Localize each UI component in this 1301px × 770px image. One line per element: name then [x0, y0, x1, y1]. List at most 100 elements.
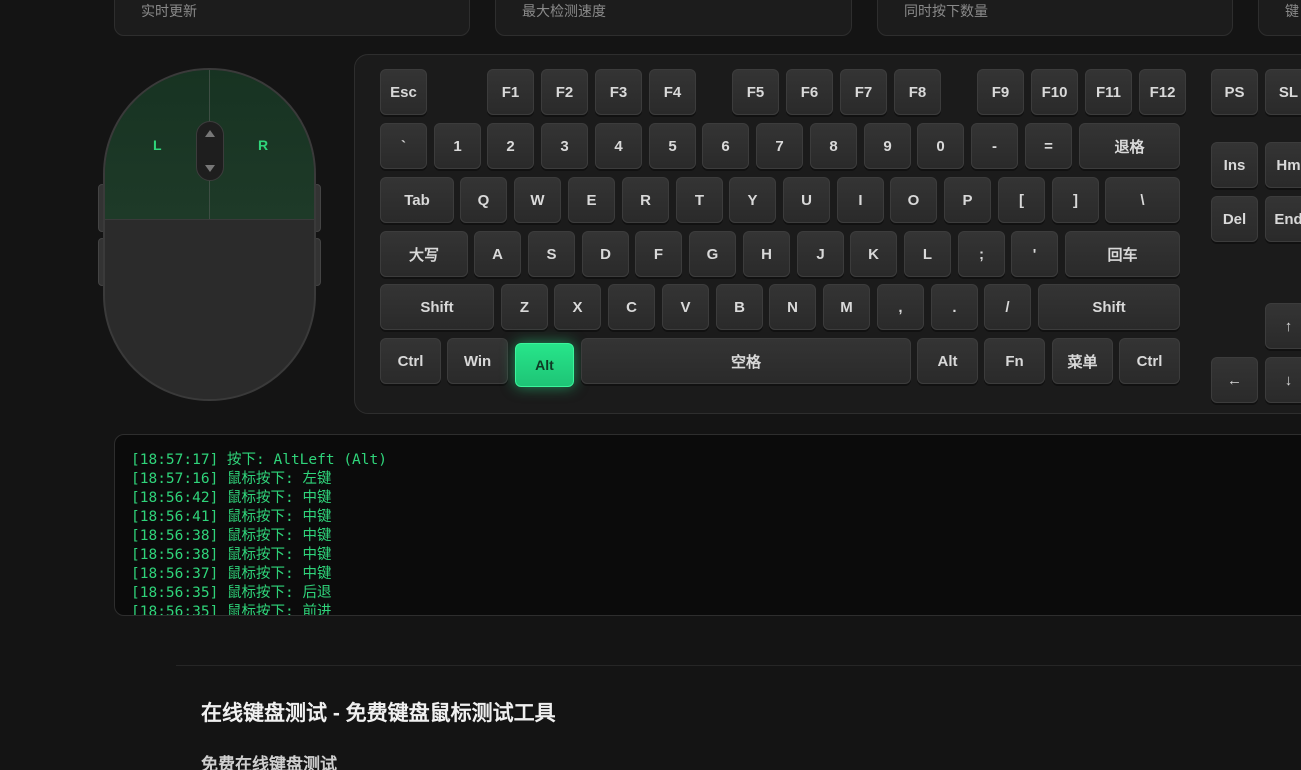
key-down[interactable]: ↓	[1265, 357, 1301, 403]
key-comma[interactable]: ,	[877, 284, 924, 330]
key-caps[interactable]: 大写	[380, 231, 468, 277]
key-home[interactable]: Hm	[1265, 142, 1301, 188]
key-f3[interactable]: F3	[595, 69, 642, 115]
stat-card-keys: 键	[1258, 0, 1301, 36]
key-menu[interactable]: 菜单	[1052, 338, 1113, 384]
key-rshift[interactable]: Shift	[1038, 284, 1180, 330]
chevron-down-icon	[205, 165, 215, 172]
key-i[interactable]: I	[837, 177, 884, 223]
key-n[interactable]: N	[769, 284, 816, 330]
page-title: 在线键盘测试 - 免费键盘鼠标测试工具	[201, 702, 556, 725]
key-space[interactable]: 空格	[581, 338, 911, 384]
log-line: [18:57:16] 鼠标按下: 左键	[131, 471, 332, 487]
key-n7[interactable]: 7	[756, 123, 803, 169]
key-r[interactable]: R	[622, 177, 669, 223]
key-n9[interactable]: 9	[864, 123, 911, 169]
log-line: [18:56:38] 鼠标按下: 中键	[131, 528, 332, 544]
key-u[interactable]: U	[783, 177, 830, 223]
key-m[interactable]: M	[823, 284, 870, 330]
key-tab[interactable]: Tab	[380, 177, 454, 223]
log-line: [18:56:42] 鼠标按下: 中键	[131, 490, 332, 506]
key-enter[interactable]: 回车	[1065, 231, 1180, 277]
key-n6[interactable]: 6	[702, 123, 749, 169]
key-quote[interactable]: '	[1011, 231, 1058, 277]
key-win[interactable]: Win	[447, 338, 508, 384]
key-f5[interactable]: F5	[732, 69, 779, 115]
key-ins[interactable]: Ins	[1211, 142, 1258, 188]
key-w[interactable]: W	[514, 177, 561, 223]
key-n5[interactable]: 5	[649, 123, 696, 169]
key-del[interactable]: Del	[1211, 196, 1258, 242]
key-rctrl[interactable]: Ctrl	[1119, 338, 1180, 384]
key-z[interactable]: Z	[501, 284, 548, 330]
key-fn[interactable]: Fn	[984, 338, 1045, 384]
key-ralt[interactable]: Alt	[917, 338, 978, 384]
stat-card-realtime: 实时更新	[114, 0, 470, 36]
key-n4[interactable]: 4	[595, 123, 642, 169]
key-f9[interactable]: F9	[977, 69, 1024, 115]
key-p[interactable]: P	[944, 177, 991, 223]
key-esc[interactable]: Esc	[380, 69, 427, 115]
key-lbracket[interactable]: [	[998, 177, 1045, 223]
key-q[interactable]: Q	[460, 177, 507, 223]
key-rbracket[interactable]: ]	[1052, 177, 1099, 223]
key-lalt[interactable]: Alt	[515, 343, 574, 387]
key-backspace[interactable]: 退格	[1079, 123, 1180, 169]
section-divider	[176, 665, 1301, 666]
key-f[interactable]: F	[635, 231, 682, 277]
key-period[interactable]: .	[931, 284, 978, 330]
key-f11[interactable]: F11	[1085, 69, 1132, 115]
key-n8[interactable]: 8	[810, 123, 857, 169]
key-slash[interactable]: /	[984, 284, 1031, 330]
key-f1[interactable]: F1	[487, 69, 534, 115]
key-y[interactable]: Y	[729, 177, 776, 223]
key-j[interactable]: J	[797, 231, 844, 277]
key-equal[interactable]: =	[1025, 123, 1072, 169]
key-o[interactable]: O	[890, 177, 937, 223]
mouse-left-button-label[interactable]: L	[153, 137, 162, 153]
key-f8[interactable]: F8	[894, 69, 941, 115]
stat-label: 实时更新	[141, 3, 197, 19]
stat-label: 键	[1285, 3, 1299, 19]
key-n2[interactable]: 2	[487, 123, 534, 169]
stat-card-simultaneous: 同时按下数量	[877, 0, 1233, 36]
key-minus[interactable]: -	[971, 123, 1018, 169]
log-line: [18:56:38] 鼠标按下: 中键	[131, 547, 332, 563]
key-g[interactable]: G	[689, 231, 736, 277]
key-s[interactable]: S	[528, 231, 575, 277]
key-b[interactable]: B	[716, 284, 763, 330]
key-h[interactable]: H	[743, 231, 790, 277]
key-a[interactable]: A	[474, 231, 521, 277]
log-line: [18:56:41] 鼠标按下: 中键	[131, 509, 332, 525]
key-semicolon[interactable]: ;	[958, 231, 1005, 277]
mouse-right-button-label[interactable]: R	[258, 137, 268, 153]
key-e[interactable]: E	[568, 177, 615, 223]
key-ps[interactable]: PS	[1211, 69, 1258, 115]
key-sl[interactable]: SL	[1265, 69, 1301, 115]
key-c[interactable]: C	[608, 284, 655, 330]
key-t[interactable]: T	[676, 177, 723, 223]
key-backtick[interactable]: `	[380, 123, 427, 169]
key-d[interactable]: D	[582, 231, 629, 277]
key-x[interactable]: X	[554, 284, 601, 330]
key-l[interactable]: L	[904, 231, 951, 277]
key-lshift[interactable]: Shift	[380, 284, 494, 330]
key-left[interactable]: ←	[1211, 357, 1258, 403]
key-backslash[interactable]: \	[1105, 177, 1180, 223]
key-n1[interactable]: 1	[434, 123, 481, 169]
key-n3[interactable]: 3	[541, 123, 588, 169]
key-f4[interactable]: F4	[649, 69, 696, 115]
key-f10[interactable]: F10	[1031, 69, 1078, 115]
key-lctrl[interactable]: Ctrl	[380, 338, 441, 384]
key-up[interactable]: ↑	[1265, 303, 1301, 349]
key-k[interactable]: K	[850, 231, 897, 277]
key-f7[interactable]: F7	[840, 69, 887, 115]
section-heading: 免费在线键盘测试	[201, 755, 337, 770]
key-n0[interactable]: 0	[917, 123, 964, 169]
key-f6[interactable]: F6	[786, 69, 833, 115]
mouse-scroll-wheel[interactable]	[196, 121, 224, 181]
key-f12[interactable]: F12	[1139, 69, 1186, 115]
key-end[interactable]: End	[1265, 196, 1301, 242]
key-f2[interactable]: F2	[541, 69, 588, 115]
key-v[interactable]: V	[662, 284, 709, 330]
